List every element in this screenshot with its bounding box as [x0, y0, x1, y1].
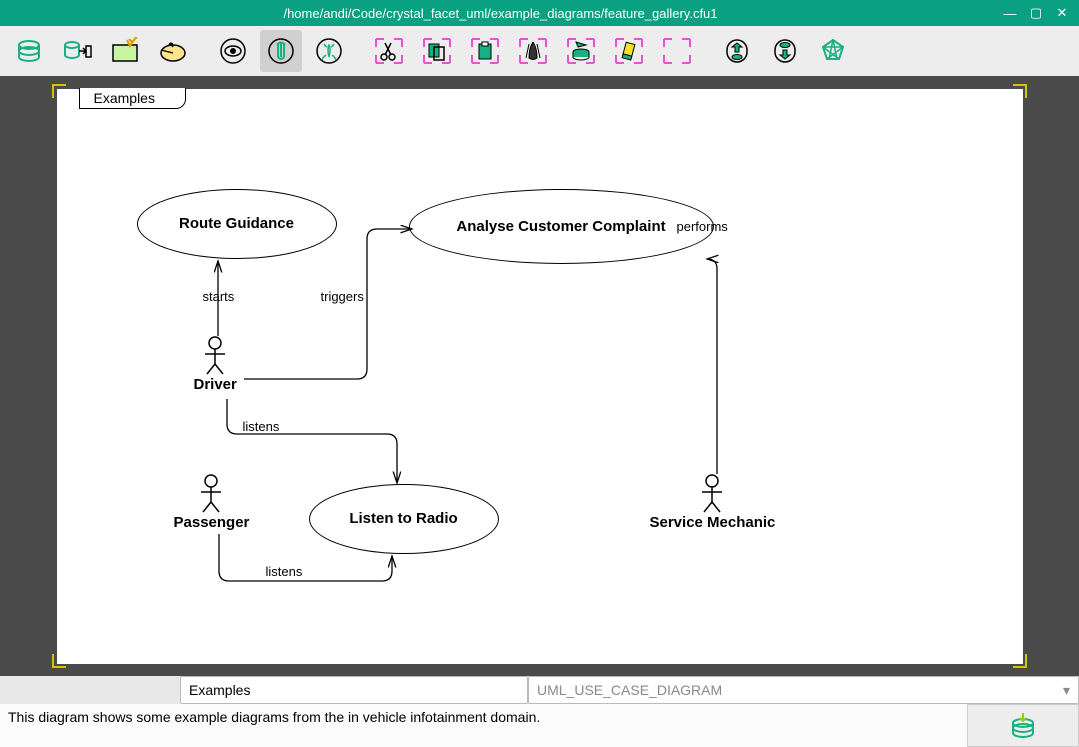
undo-button[interactable]	[716, 30, 758, 72]
diagram-type-dropdown[interactable]: UML_USE_CASE_DIAGRAM ▾	[528, 676, 1079, 704]
cut-button[interactable]	[368, 30, 410, 72]
copy-button[interactable]	[416, 30, 458, 72]
edit-tool-button[interactable]	[260, 30, 302, 72]
redo-button[interactable]	[764, 30, 806, 72]
actor-passenger[interactable]: Passenger	[174, 474, 250, 531]
save-db-icon	[1008, 711, 1038, 741]
commit-button[interactable]	[967, 704, 1079, 747]
close-button[interactable]: ✕	[1053, 5, 1071, 21]
actor-label: Service Mechanic	[650, 514, 776, 531]
instantiate-button[interactable]	[560, 30, 602, 72]
actor-service-mechanic[interactable]: Service Mechanic	[650, 474, 776, 531]
paste-button[interactable]	[464, 30, 506, 72]
diagram-canvas[interactable]: Examples Route Guidance Analyse Customer…	[57, 89, 1023, 664]
highlight-button[interactable]	[608, 30, 650, 72]
spacer	[0, 676, 180, 704]
description-area: This diagram shows some example diagrams…	[0, 704, 1079, 747]
reset-selection-button[interactable]	[656, 30, 698, 72]
view-tool-button[interactable]	[212, 30, 254, 72]
export-button[interactable]	[152, 30, 194, 72]
relation-label-starts[interactable]: starts	[203, 289, 235, 304]
diagram-type-value: UML_USE_CASE_DIAGRAM	[537, 682, 722, 698]
actor-driver[interactable]: Driver	[194, 336, 237, 393]
actor-icon	[697, 474, 727, 514]
actor-icon	[200, 336, 230, 376]
new-window-button[interactable]	[104, 30, 146, 72]
diagram-tab-label[interactable]: Examples	[79, 88, 186, 109]
relation-label-triggers[interactable]: triggers	[321, 289, 364, 304]
diagram-name-input[interactable]	[180, 676, 528, 704]
relation-label-listens[interactable]: listens	[266, 564, 303, 579]
actor-label: Driver	[194, 376, 237, 393]
property-bar: UML_USE_CASE_DIAGRAM ▾	[0, 676, 1079, 704]
window-title: /home/andi/Code/crystal_facet_uml/exampl…	[8, 6, 993, 21]
open-db-button[interactable]	[56, 30, 98, 72]
minimize-button[interactable]: —	[1001, 6, 1019, 21]
usecase-listen-radio[interactable]: Listen to Radio	[309, 484, 499, 554]
new-db-button[interactable]	[8, 30, 50, 72]
usecase-route-guidance[interactable]: Route Guidance	[137, 189, 337, 259]
relation-label-performs[interactable]: performs	[677, 219, 728, 234]
description-text[interactable]: This diagram shows some example diagrams…	[0, 704, 967, 747]
usecase-analyse-complaint[interactable]: Analyse Customer Complaint	[409, 189, 714, 264]
maximize-button[interactable]: ▢	[1027, 5, 1045, 21]
delete-button[interactable]	[512, 30, 554, 72]
about-button[interactable]	[812, 30, 854, 72]
titlebar: /home/andi/Code/crystal_facet_uml/exampl…	[0, 0, 1079, 26]
actor-label: Passenger	[174, 514, 250, 531]
canvas-area: Examples Route Guidance Analyse Customer…	[0, 76, 1079, 676]
toolbar	[0, 26, 1079, 76]
actor-icon	[196, 474, 226, 514]
create-tool-button[interactable]	[308, 30, 350, 72]
relation-label-listens[interactable]: listens	[243, 419, 280, 434]
chevron-down-icon: ▾	[1063, 682, 1070, 699]
